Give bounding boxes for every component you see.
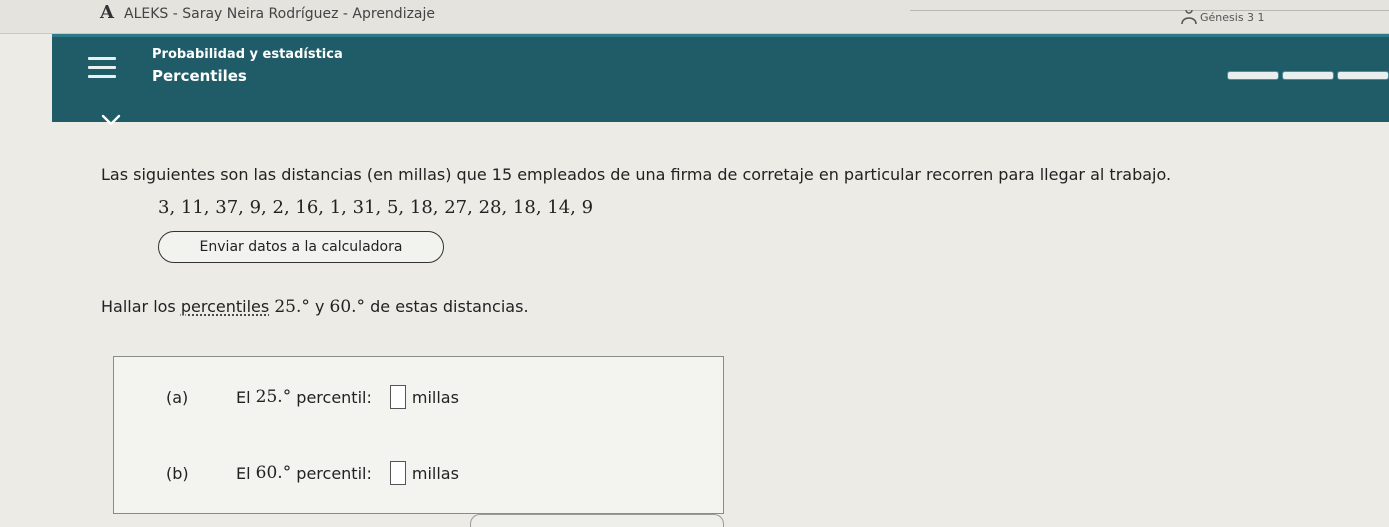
problem-intro: Las siguientes son las distancias (en mi… — [101, 165, 1172, 184]
answer-panel: (a) El 25.° percentil: millas (b) El 60.… — [113, 356, 724, 514]
window-title-bar: A ALEKS - Saray Neira Rodríguez - Aprend… — [0, 0, 1389, 34]
unit-label: millas — [411, 463, 459, 483]
question-text: Hallar los percentiles 25.° y 60.° de es… — [101, 297, 529, 317]
question-suffix: de estas distancias. — [365, 297, 529, 316]
part-label: (b) — [166, 463, 189, 483]
answer-row-b: (b) El 60.° percentil: millas — [166, 461, 459, 485]
progress-segment — [1337, 71, 1389, 80]
bottom-toolbar-edge — [470, 514, 724, 527]
progress-segment — [1227, 71, 1279, 80]
user-icon[interactable] — [1180, 10, 1198, 26]
percentile-25-input[interactable] — [389, 385, 406, 409]
question-percentile-60: 60.° — [329, 297, 366, 317]
percentile-60-input[interactable] — [389, 461, 406, 485]
menu-line — [88, 66, 116, 69]
unit-label: millas — [411, 387, 459, 407]
question-and: y — [309, 297, 330, 316]
progress-segment — [1282, 71, 1334, 80]
window-title: ALEKS - Saray Neira Rodríguez - Aprendiz… — [124, 6, 436, 22]
topic-header: Probabilidad y estadística Percentiles — [52, 34, 1389, 126]
hamburger-menu-icon[interactable] — [88, 57, 116, 79]
question-prefix: Hallar los — [101, 297, 181, 316]
user-name[interactable]: Génesis 3 1 — [1200, 11, 1265, 24]
answer-text: percentil: — [296, 463, 372, 483]
chevron-down-icon[interactable] — [100, 113, 122, 127]
menu-line — [88, 57, 116, 60]
answer-el: El — [236, 463, 251, 483]
subject-title: Probabilidad y estadística — [152, 47, 343, 62]
send-to-calculator-button[interactable]: Enviar datos a la calculadora — [158, 231, 444, 263]
question-percentile-25: 25.° — [274, 297, 310, 317]
topic-progress-bar — [1227, 71, 1389, 80]
topic-title: Percentiles — [152, 67, 247, 85]
answer-text: percentil: — [296, 387, 372, 407]
percentiles-link[interactable]: percentiles — [181, 297, 269, 316]
answer-percentile: 25.° — [255, 387, 292, 407]
title-bar-divider — [910, 10, 1389, 11]
distance-data: 3, 11, 37, 9, 2, 16, 1, 31, 5, 18, 27, 2… — [158, 197, 594, 218]
answer-row-a: (a) El 25.° percentil: millas — [166, 385, 459, 409]
answer-percentile: 60.° — [255, 463, 292, 483]
answer-el: El — [236, 387, 251, 407]
part-label: (a) — [166, 387, 189, 407]
menu-line — [88, 75, 116, 78]
aleks-logo: A — [100, 2, 114, 23]
